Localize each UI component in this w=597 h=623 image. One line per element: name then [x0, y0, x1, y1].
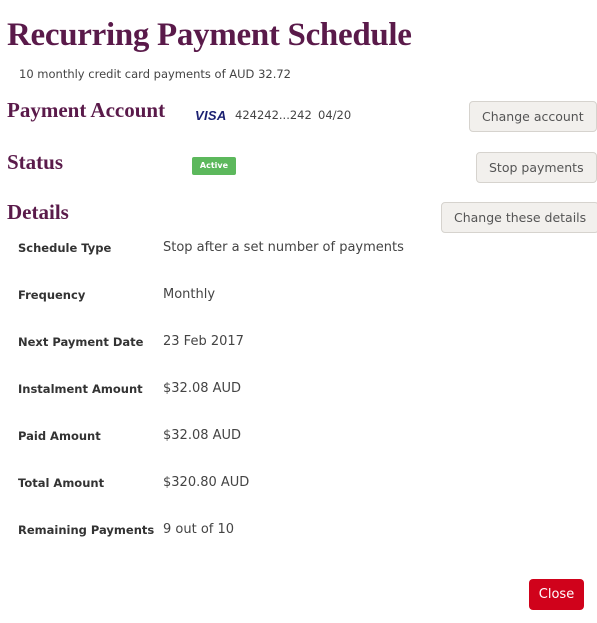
card-expiry: 04/20 — [318, 108, 352, 122]
detail-label: Next Payment Date — [18, 335, 144, 349]
change-account-button[interactable]: Change account — [469, 101, 597, 132]
card-number: 424242...242 — [235, 108, 312, 122]
detail-value: $32.08 AUD — [163, 428, 242, 443]
detail-value: $32.08 AUD — [163, 381, 242, 396]
close-button[interactable]: Close — [529, 579, 584, 610]
change-details-button[interactable]: Change these details — [441, 202, 597, 233]
detail-label: Total Amount — [18, 476, 105, 490]
detail-value: Monthly — [163, 287, 216, 302]
stop-payments-button[interactable]: Stop payments — [476, 152, 597, 183]
detail-label: Instalment Amount — [18, 382, 143, 396]
schedule-summary: 10 monthly credit card payments of AUD 3… — [19, 67, 291, 81]
detail-value: $320.80 AUD — [163, 475, 250, 490]
details-heading: Details — [7, 200, 69, 224]
detail-label: Frequency — [18, 288, 86, 302]
payment-account-heading: Payment Account — [7, 98, 166, 122]
detail-value: 23 Feb 2017 — [163, 334, 244, 349]
page-title: Recurring Payment Schedule — [7, 17, 412, 53]
detail-value: Stop after a set number of payments — [163, 240, 404, 255]
recurring-payment-dialog: Recurring Payment Schedule 10 monthly cr… — [0, 0, 597, 623]
status-heading: Status — [7, 150, 64, 174]
detail-label: Paid Amount — [18, 429, 101, 443]
detail-label: Schedule Type — [18, 241, 112, 255]
status-badge: Active — [192, 157, 236, 175]
detail-value: 9 out of 10 — [163, 522, 235, 537]
detail-label: Remaining Payments — [18, 523, 155, 537]
visa-card-icon: VISA — [195, 108, 227, 123]
